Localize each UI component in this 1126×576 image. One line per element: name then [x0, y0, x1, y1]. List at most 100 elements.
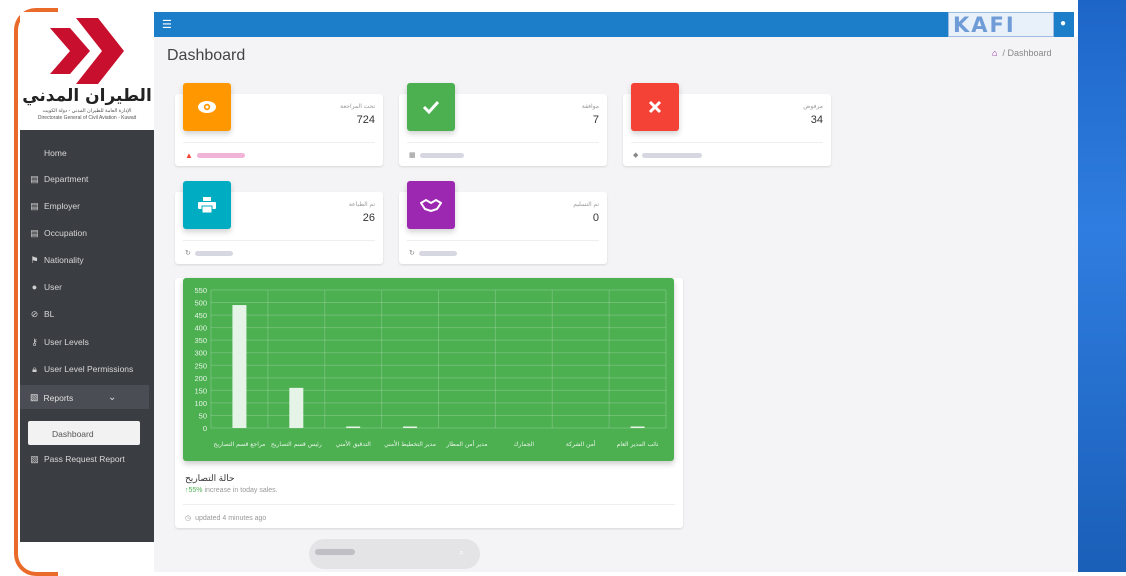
key-icon: ⚷: [31, 336, 38, 347]
stat-caption: موافقة: [581, 104, 599, 110]
sidebar-item-label: Department: [44, 174, 89, 184]
stat-caption: تحت المراجعة: [340, 104, 375, 110]
bar[interactable]: [289, 387, 304, 428]
y-tick-label: 100: [194, 399, 207, 408]
stat-value: 7: [592, 114, 599, 126]
chart-subtitle-text: increase in today sales.: [204, 487, 278, 494]
blurred-footer-text: [642, 152, 703, 158]
sidebar-item-label: User Level Permissions: [44, 364, 134, 374]
blurred-footer-text: [194, 250, 233, 256]
decorative-blue-edge: [1078, 0, 1126, 572]
sidebar-item-label: Occupation: [44, 228, 87, 238]
sidebar-item-label: Reports: [43, 392, 74, 403]
bar-chart-svg: 0 50 100 150 200 250 300 350 400 450 500 550 مراجع ق…: [194, 286, 667, 448]
y-tick-label: 450: [194, 311, 207, 320]
y-tick-label: 300: [194, 349, 207, 358]
stat-card-delivered[interactable]: تم التسليم 0 ↻: [399, 181, 607, 264]
sidebar-item-reports[interactable]: ▧ Reports ⌄: [20, 385, 149, 409]
y-tick-label: 250: [194, 361, 207, 370]
sidebar-item-user-levels[interactable]: ⚷ User Levels: [30, 333, 89, 351]
sidebar-subitem-dashboard[interactable]: Dashboard: [28, 421, 140, 445]
sidebar-item-employer[interactable]: ▤ Employer: [30, 197, 80, 215]
card-divider: [407, 240, 599, 241]
home-icon[interactable]: ⌂: [992, 48, 997, 58]
y-tick-label: 350: [194, 336, 207, 345]
report-icon: ▧: [30, 392, 39, 402]
kafi-brand-logo[interactable]: KAFI: [948, 12, 1054, 37]
brand-logo[interactable]: الطيران المدني الإدارة العامة للطيران ال…: [20, 12, 154, 130]
chart-title: حالة التصاريح: [185, 473, 235, 483]
chevron-logo-icon: [50, 18, 124, 84]
y-tick-label: 550: [194, 286, 207, 295]
user-menu-icon[interactable]: ●: [1060, 18, 1066, 29]
chart-subtitle: ↑55% increase in today sales.: [185, 487, 278, 494]
blurred-footer-text: [196, 153, 245, 158]
refresh-icon: ↻: [185, 250, 191, 257]
chart-percent: 55%: [188, 487, 203, 494]
stat-value: 26: [362, 212, 375, 224]
blurred-placeholder: [315, 549, 355, 555]
chart-updated-text: updated 4 minutes ago: [195, 514, 267, 522]
bar[interactable]: [346, 426, 361, 429]
sidebar-item-nationality[interactable]: ⚑ Nationality: [30, 251, 84, 269]
clock-icon: ◷: [185, 515, 192, 522]
permits-status-chart-card: 0 50 100 150 200 250 300 350 400 450 500 550 مراجع ق…: [175, 278, 683, 528]
flag-icon: ⚑: [30, 254, 39, 265]
card-divider: [183, 504, 675, 505]
sidebar-item-label: Nationality: [44, 255, 84, 265]
card-footer: ▲: [185, 151, 245, 160]
x-tick-label: رئيس قسم التصاريح: [271, 441, 322, 448]
stat-card-under-review[interactable]: تحت المراجعة 724 ▲: [175, 83, 383, 166]
bar[interactable]: [403, 426, 418, 429]
card-divider: [183, 240, 375, 241]
sidebar-item-label: BL: [44, 309, 55, 319]
chart-footer: ◷ updated 4 minutes ago: [185, 514, 267, 523]
card-footer: ↻: [185, 249, 233, 257]
y-tick-label: 0: [203, 424, 207, 433]
x-tick-label: نائب المدير العام: [617, 441, 659, 448]
handshake-icon: [407, 181, 455, 229]
page-title: Dashboard: [167, 47, 246, 64]
stat-value: 0: [592, 212, 599, 224]
sidebar-item-label: Home: [44, 148, 67, 158]
breadcrumb: ⌂ / Dashboard: [992, 48, 1051, 58]
stat-card-approved[interactable]: موافقة 7 ▦: [399, 83, 607, 166]
x-tick-label: مدير التخطيط الأمني: [384, 440, 436, 448]
chevron-down-icon: ⌄: [108, 392, 117, 403]
refresh-icon: ↻: [409, 250, 415, 257]
stat-value: 34: [810, 114, 823, 126]
sidebar-item-occupation[interactable]: ▤ Occupation: [30, 224, 87, 242]
sidebar-item-label: Pass Request Report: [44, 454, 125, 464]
stat-card-printed[interactable]: تم الطباعة 26 ↻: [175, 181, 383, 264]
close-icon: [631, 83, 679, 131]
sidebar-item-label: Employer: [44, 201, 80, 211]
ban-icon: ⊘: [30, 308, 39, 319]
stat-caption: تم الطباعة: [348, 202, 375, 208]
check-icon: [407, 83, 455, 131]
stat-caption: تم التسليم: [573, 202, 599, 208]
search-input[interactable]: ⌕: [309, 539, 480, 569]
brand-text: KAFI: [953, 13, 1016, 37]
y-tick-label: 150: [194, 386, 207, 395]
y-tick-label: 500: [194, 299, 207, 308]
x-tick-label: أمن الشركة: [566, 440, 596, 448]
sidebar-item-department[interactable]: ▤ Department: [30, 170, 88, 188]
sidebar-subitem-pass-request-report[interactable]: ▧ Pass Request Report: [30, 450, 125, 468]
sidebar-item-user-level-permissions[interactable]: 🔒︎ User Level Permissions: [30, 360, 133, 378]
card-divider: [183, 142, 375, 143]
sidebar-item-user[interactable]: ● User: [30, 278, 62, 296]
x-tick-label: مراجع قسم التصاريح: [213, 441, 265, 448]
card-divider: [407, 142, 599, 143]
sidebar-item-bl[interactable]: ⊘ BL: [30, 305, 55, 323]
bar[interactable]: [232, 305, 247, 428]
calendar-icon: ▦: [409, 152, 416, 159]
bar[interactable]: [630, 426, 645, 429]
stat-card-rejected[interactable]: مرفوض 34 ◆: [623, 83, 831, 166]
y-tick-label: 50: [199, 411, 207, 420]
logo-subtitle-ar: الإدارة العامة للطيران المدني - دولة الك…: [42, 108, 132, 114]
x-tick-label: مدير أمن المطار: [445, 440, 487, 448]
menu-toggle-icon[interactable]: ☰: [162, 18, 172, 31]
sidebar-item-home[interactable]: Home: [30, 144, 67, 162]
logo-subtitle-en: Directorate General of Civil Aviation - …: [37, 115, 137, 121]
warning-icon: ▲: [185, 151, 193, 160]
